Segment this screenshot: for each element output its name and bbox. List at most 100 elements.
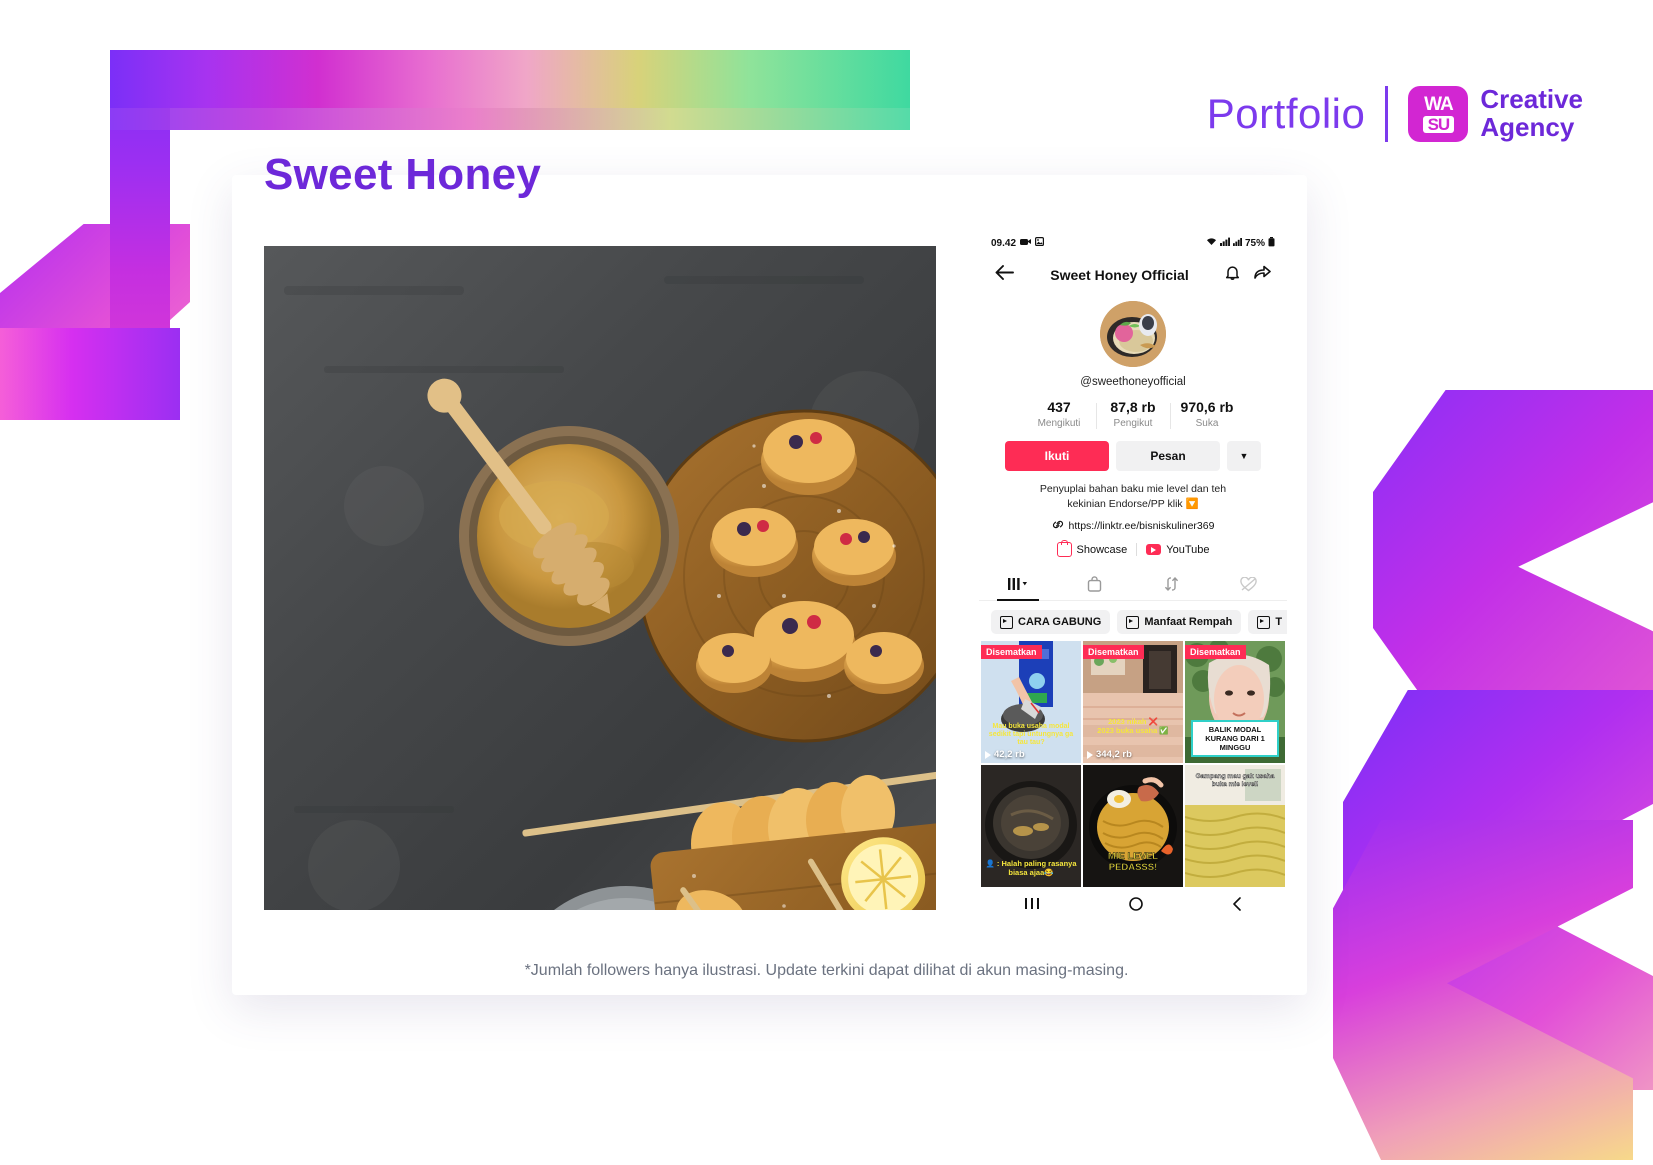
nav-icons [1225,265,1271,286]
video-cell[interactable]: MIE LEVEL PEDASSS! [1083,765,1183,888]
showcase-bag-icon [1056,540,1072,558]
portfolio-header: Portfolio WA SU Creative Agency [1207,86,1583,142]
video-cell[interactable]: Disematkan 2023 nikah ❌ 2023 buka usaha … [1083,641,1183,764]
profile-actions: Ikuti Pesan ▼ [979,441,1287,471]
link-url: https://linktr.ee/bisniskuliner369 [1068,520,1215,533]
android-nav-bar [979,893,1287,913]
stat-value: 970,6 rb [1180,399,1234,415]
video-grid: Disematkan Mau buka usaha modal sedikit … [979,641,1287,888]
profile-tabs [979,568,1287,602]
liked-heart-icon [1240,576,1257,592]
pinned-badge: Disematkan [1083,645,1144,660]
battery-icon [1268,236,1275,250]
video-thumbnail [1083,641,1183,764]
views-count: 344,2 rb [1096,749,1132,761]
social-links: Showcase YouTube [979,540,1287,558]
playlist-icon [1257,615,1271,629]
video-overlay-text: 👤 : Halah paling rasanya biasa ajaa😂 [985,859,1077,877]
grid-posts-icon [1007,578,1027,591]
chevron-horizontal-bar [110,50,910,108]
profile-handle: @sweethoneyofficial [1080,376,1186,388]
signal-icon [1219,237,1230,249]
youtube-label: YouTube [1166,543,1210,556]
recents-icon[interactable] [1024,897,1040,913]
footer-disclaimer: *Jumlah followers hanya ilustrasi. Updat… [0,962,1653,980]
video-views: 344,2 rb [1087,749,1132,760]
repost-icon [1165,577,1178,592]
play-icon [985,750,991,759]
playlist-chips: CARA GABUNG Manfaat Rempah T [979,601,1287,641]
brand-line-1: Creative [1480,84,1583,115]
back-chevron-icon[interactable] [1232,897,1242,913]
portfolio-label: Portfolio [1206,90,1366,137]
share-icon[interactable] [1254,265,1271,285]
portfolio-food-photo [264,246,936,910]
views-count: 42,2 rb [994,749,1025,761]
showcase-link[interactable]: Showcase [1056,540,1128,558]
chevron-vertical-bar [110,50,170,420]
playlist-chip[interactable]: T [1248,610,1287,635]
stat-likes[interactable]: 970,6 rb Suka [1170,399,1244,429]
signal2-icon [1232,237,1242,249]
bell-icon[interactable] [1225,265,1240,286]
wifi-icon [1206,237,1217,249]
video-overlay-text: Mau buka usaha modal sedikit tapi untung… [988,723,1074,747]
wasu-logo-icon: WA SU [1408,86,1469,142]
down-arrow-emoji-icon: 🔽 [1185,498,1199,511]
play-icon [1087,750,1093,759]
playlist-chip[interactable]: CARA GABUNG [991,610,1111,635]
gallery-icon [1035,237,1045,249]
follow-button[interactable]: Ikuti [1005,441,1109,471]
status-bar-left: 09.42 [991,237,1045,249]
header-divider [1385,86,1389,142]
showcase-label: Showcase [1076,543,1128,556]
video-cell[interactable]: 👤 : Halah paling rasanya biasa ajaa😂 [981,765,1081,888]
tab-liked[interactable] [1210,568,1287,600]
stat-value: 437 [1047,399,1071,415]
tab-shop[interactable] [1056,568,1133,600]
profile-nav-bar: Sweet Honey Official [979,255,1287,295]
brand-line-2: Agency [1480,112,1575,142]
youtube-link[interactable]: YouTube [1146,543,1210,556]
stat-followers[interactable]: 87,8 rb Pengikut [1096,399,1170,429]
avatar[interactable] [1100,301,1166,367]
video-views: 42,2 rb [985,749,1025,760]
phone-screenshot: 09.42 75% Sweet Honey Official @sweethon… [979,231,1287,913]
social-separator [1136,543,1138,557]
bio-line-1: Penyuplai bahan baku mie level dan teh [1039,483,1227,495]
pinned-badge: Disematkan [981,645,1042,660]
link-icon [1052,519,1064,533]
chevron-diagonal [0,224,190,374]
video-overlay-text: MIE LEVEL PEDASSS! [1107,850,1159,873]
video-cell[interactable]: Gampang mau gak usaha buka mie level! [1185,765,1285,888]
profile-stats: 437 Mengikuti 87,8 rb Pengikut 970,6 rb … [979,399,1287,429]
chip-label: T [1275,616,1283,629]
status-bar-right: 75% [1206,236,1275,250]
stat-value: 87,8 rb [1110,399,1156,415]
message-button[interactable]: Pesan [1116,441,1220,471]
stat-following[interactable]: 437 Mengikuti [1022,399,1096,429]
playlist-icon [1126,615,1140,629]
logo-line-1: WA [1424,94,1454,115]
chip-label: Manfaat Rempah [1144,616,1233,629]
home-circle-icon[interactable] [1129,897,1143,913]
profile-title: Sweet Honey Official [1050,267,1189,283]
video-overlay-text: 2023 nikah ❌ 2023 buka usaha ✅ [1097,717,1169,735]
back-arrow-icon[interactable] [995,265,1014,285]
chevron-shape-2 [1343,690,1653,1090]
video-cell[interactable]: Disematkan BALIK MODAL KURANG DARI 1 MIN… [1185,641,1285,764]
tab-posts[interactable] [979,568,1056,600]
playlist-chip[interactable]: Manfaat Rempah [1117,610,1242,635]
camera-icon [1020,237,1032,249]
chevron-horizontal-bar-2 [110,108,910,130]
profile-link[interactable]: https://linktr.ee/bisniskuliner369 [979,519,1287,533]
playlist-icon [1000,615,1013,629]
more-options-button[interactable]: ▼ [1227,441,1261,471]
tab-reposts[interactable] [1133,568,1210,600]
footer-text: *Jumlah followers hanya ilustrasi. Updat… [524,962,1129,979]
chevron-vertical-bar-2 [0,328,180,420]
video-cell[interactable]: Disematkan Mau buka usaha modal sedikit … [981,641,1081,764]
stat-label: Suka [1195,418,1219,429]
stat-label: Pengikut [1113,418,1153,429]
chevron-shape-3 [1333,820,1633,1160]
